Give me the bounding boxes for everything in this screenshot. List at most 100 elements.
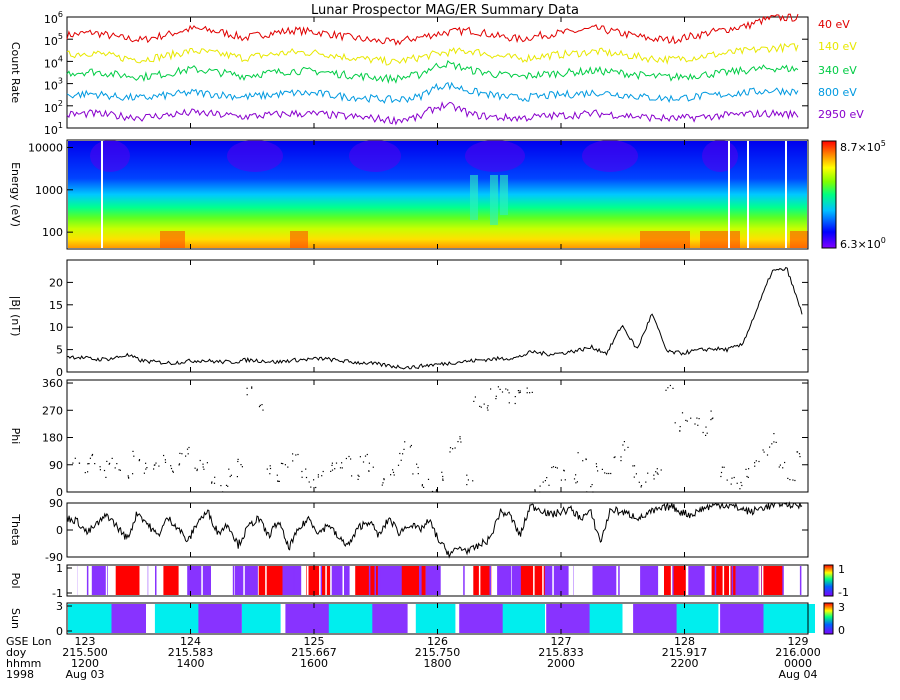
time-tick-hhmm: 2000: [547, 657, 575, 670]
phi-point: [575, 474, 577, 476]
phi-point: [145, 462, 147, 464]
phi-point: [222, 491, 224, 493]
phi-point: [608, 472, 610, 475]
flux-enhancement: [490, 175, 498, 225]
pol-stripe: [761, 566, 764, 595]
time-tick-hhmm: 2200: [671, 657, 699, 670]
phi-point: [633, 465, 636, 467]
y-axis-label: |B| (nT): [9, 296, 22, 337]
pol-segment: [91, 566, 108, 595]
pol-stripe: [238, 566, 241, 595]
phi-point: [740, 481, 742, 484]
phi-point: [172, 470, 174, 472]
phi-point: [280, 462, 283, 464]
pol-stripe: [419, 566, 421, 595]
phi-point: [474, 396, 476, 398]
pol-stripe: [330, 566, 332, 595]
phi-point: [74, 457, 76, 459]
phi-point: [227, 485, 229, 487]
phi-point: [544, 480, 546, 482]
phi-point: [720, 471, 723, 474]
pol-segment: [425, 566, 441, 595]
theta-panel: -90090Theta: [9, 497, 809, 564]
phi-point: [315, 486, 317, 489]
phi-point: [606, 472, 608, 475]
phi-point: [601, 468, 603, 470]
phi-point: [364, 455, 367, 457]
phi-point: [170, 465, 172, 467]
pol-segment: [354, 566, 381, 595]
phi-point: [331, 469, 334, 471]
phi-point: [758, 460, 760, 463]
phi-point: [585, 458, 587, 461]
phi-point: [206, 462, 208, 464]
phi-point: [421, 484, 423, 486]
phi-point: [397, 464, 400, 466]
sun-segment: [589, 604, 623, 633]
phi-point: [431, 490, 434, 493]
phi-point: [507, 389, 509, 391]
pol-stripe: [400, 566, 402, 595]
y-tick-label: 270: [42, 404, 63, 417]
high-flux-band: [640, 231, 690, 248]
phi-point: [269, 473, 271, 475]
tick-base: 10: [44, 35, 58, 48]
phi-point: [685, 419, 687, 421]
phi-point: [441, 471, 443, 473]
phi-point: [382, 482, 384, 484]
phi-point: [710, 419, 712, 421]
phi-point: [548, 484, 550, 486]
pol-segment: [473, 566, 492, 595]
y-tick-label: 0: [56, 625, 63, 638]
pol-segment: [735, 566, 759, 595]
phi-point: [736, 482, 738, 484]
tick-exponent: 5: [58, 32, 63, 41]
phi-point: [262, 409, 264, 411]
phi-point: [116, 463, 118, 465]
phi-point: [220, 485, 222, 487]
series-line-340-ev: [66, 59, 799, 85]
phi-point: [194, 467, 196, 469]
phi-point: [487, 405, 489, 407]
pol-stripe: [148, 566, 150, 595]
phi-point: [638, 481, 640, 483]
phi-point: [390, 474, 392, 476]
phi-point: [114, 467, 116, 469]
phi-point: [358, 475, 360, 477]
phi-point: [754, 462, 756, 464]
pol-segment: [401, 566, 426, 595]
phi-point: [88, 463, 90, 465]
pol-stripe: [353, 566, 356, 595]
phi-point: [99, 469, 101, 471]
pol-stripe: [573, 566, 576, 595]
pol-stripe: [320, 566, 322, 595]
phi-point: [563, 470, 565, 472]
phi-point: [368, 470, 370, 472]
y-axis-label: Pol: [9, 572, 22, 588]
phi-point: [138, 460, 140, 462]
sun-segment: [676, 604, 719, 633]
colorbar: [823, 564, 834, 597]
phi-point: [251, 387, 253, 389]
phi-point: [214, 476, 216, 478]
tick-base: 10: [44, 102, 58, 115]
phi-point: [789, 479, 791, 481]
phi-point: [620, 460, 622, 462]
pol-stripe: [731, 566, 734, 595]
phi-point: [357, 474, 359, 476]
phi-point: [199, 459, 201, 462]
pol-stripe: [216, 566, 218, 595]
phi-point: [417, 466, 419, 469]
phi-point: [665, 389, 667, 391]
phi-point: [794, 479, 796, 482]
phi-point: [773, 433, 775, 435]
series-line-2950-ev: [66, 101, 799, 126]
phi-point: [779, 464, 781, 466]
phi-point: [292, 460, 294, 462]
pol-segment: [449, 566, 471, 595]
theta-trace: [66, 501, 803, 559]
phi-point: [392, 469, 394, 471]
phi-point: [576, 481, 578, 483]
pol-stripe: [378, 566, 381, 595]
phi-point: [282, 463, 284, 465]
